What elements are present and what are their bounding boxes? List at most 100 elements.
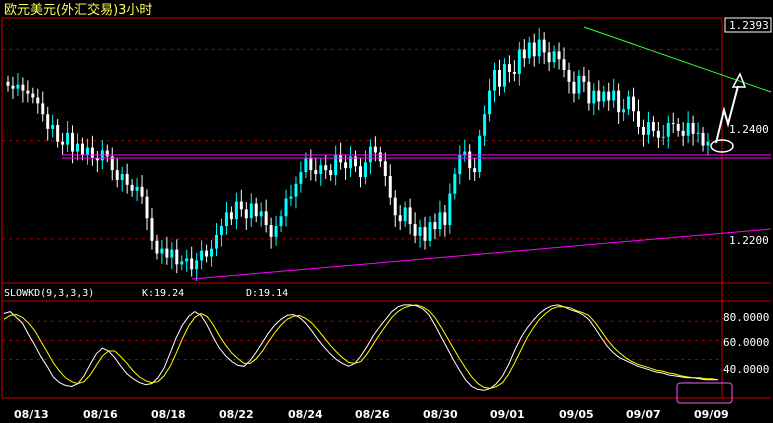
candle-body	[259, 211, 263, 217]
candle-body	[309, 158, 313, 171]
candle-body	[200, 250, 204, 261]
candle-body	[90, 147, 94, 159]
candle-body	[542, 39, 546, 53]
kd-label-80: 80.0000	[723, 311, 769, 324]
candle-body	[612, 90, 616, 101]
candle-body	[264, 211, 268, 226]
candle-body	[195, 260, 199, 270]
x-label-0909: 09/09	[694, 408, 729, 421]
candle-body	[646, 122, 650, 135]
candle-body	[56, 124, 60, 142]
candle-body	[602, 91, 606, 102]
candle-body	[239, 201, 243, 210]
candle-body	[517, 49, 521, 74]
candle-body	[215, 234, 219, 249]
candle-body	[324, 165, 328, 171]
candle-body	[691, 123, 695, 134]
x-label-0905: 09/05	[559, 408, 594, 421]
candle-body	[358, 166, 362, 177]
candle-body	[507, 64, 511, 72]
candle-body	[26, 90, 30, 94]
forex-chart: 欧元美元(外汇交易)3小时 1.2393 1.2400 1.2200 SLOWK…	[0, 0, 773, 423]
kd-label-60: 60.0000	[723, 336, 769, 349]
candle-body	[497, 70, 501, 87]
candle-body	[512, 71, 516, 74]
candle-body	[398, 215, 402, 222]
candle-body	[304, 158, 308, 173]
candle-body	[632, 96, 636, 112]
candle-body	[120, 174, 124, 180]
x-label-0907: 09/07	[626, 408, 661, 421]
candle-body	[190, 258, 194, 270]
candle-body	[274, 226, 278, 237]
candle-body	[249, 203, 253, 219]
candle-body	[6, 81, 10, 86]
candle-body	[155, 240, 159, 254]
candle-body	[468, 151, 472, 169]
candle-body	[284, 198, 288, 217]
candle-body	[368, 146, 372, 163]
candle-body	[105, 150, 109, 157]
candle-body	[210, 248, 214, 257]
candle-body	[408, 207, 412, 225]
indicator-header: SLOWKD(9,3,3,3) K:19.24 D:19.14	[4, 288, 288, 299]
candle-body	[627, 96, 631, 110]
x-label-0824: 08/24	[288, 408, 323, 421]
candle-body	[16, 84, 20, 89]
candle-body	[617, 90, 621, 113]
candle-body	[577, 75, 581, 94]
candle-body	[622, 109, 626, 113]
candle-body	[592, 90, 596, 104]
candle-body	[145, 196, 149, 219]
price-label-top: 1.2393	[729, 19, 769, 32]
candle-body	[130, 184, 134, 191]
candle-body	[135, 186, 139, 191]
candle-body	[587, 81, 591, 104]
x-label-0818: 08/18	[151, 408, 186, 421]
candle-body	[269, 225, 273, 237]
candle-body	[140, 186, 144, 197]
x-label-0826: 08/26	[355, 408, 390, 421]
candle-body	[458, 154, 462, 175]
candle-body	[36, 97, 40, 104]
candle-body	[676, 124, 680, 131]
candle-body	[562, 59, 566, 71]
x-label-0830: 08/30	[423, 408, 458, 421]
candle-body	[463, 151, 467, 155]
candle-body	[428, 222, 432, 241]
candle-body	[279, 216, 283, 227]
candle-body	[696, 132, 700, 134]
candle-body	[438, 212, 442, 230]
candle-body	[686, 123, 690, 136]
candle-body	[597, 90, 601, 102]
x-label-0901: 09/01	[490, 408, 525, 421]
candle-body	[473, 168, 477, 173]
candle-body	[229, 212, 233, 220]
candle-body	[582, 75, 586, 82]
candle-body	[502, 64, 506, 87]
candle-body	[76, 143, 80, 152]
candle-body	[150, 218, 154, 241]
x-label-0822: 08/22	[219, 408, 254, 421]
candle-body	[314, 170, 318, 175]
candle-body	[641, 126, 645, 135]
candle-body	[289, 196, 293, 199]
candle-body	[403, 207, 407, 222]
candle-body	[388, 176, 392, 198]
candle-body	[46, 114, 50, 129]
candle-body	[31, 93, 35, 98]
candle-body	[363, 162, 367, 177]
price-label-low: 1.2200	[729, 234, 769, 247]
candle-body	[537, 39, 541, 57]
candle-body	[373, 146, 377, 153]
candle-body	[572, 81, 576, 94]
candle-body	[11, 85, 15, 89]
indicator-name: SLOWKD(9,3,3,3)	[4, 288, 94, 299]
candle-body	[344, 162, 348, 169]
candle-body	[165, 248, 169, 258]
candle-body	[41, 103, 45, 115]
k-value: K:19.24	[142, 288, 184, 299]
candle-body	[175, 249, 179, 265]
candle-body	[552, 51, 556, 63]
candle-body	[383, 161, 387, 177]
